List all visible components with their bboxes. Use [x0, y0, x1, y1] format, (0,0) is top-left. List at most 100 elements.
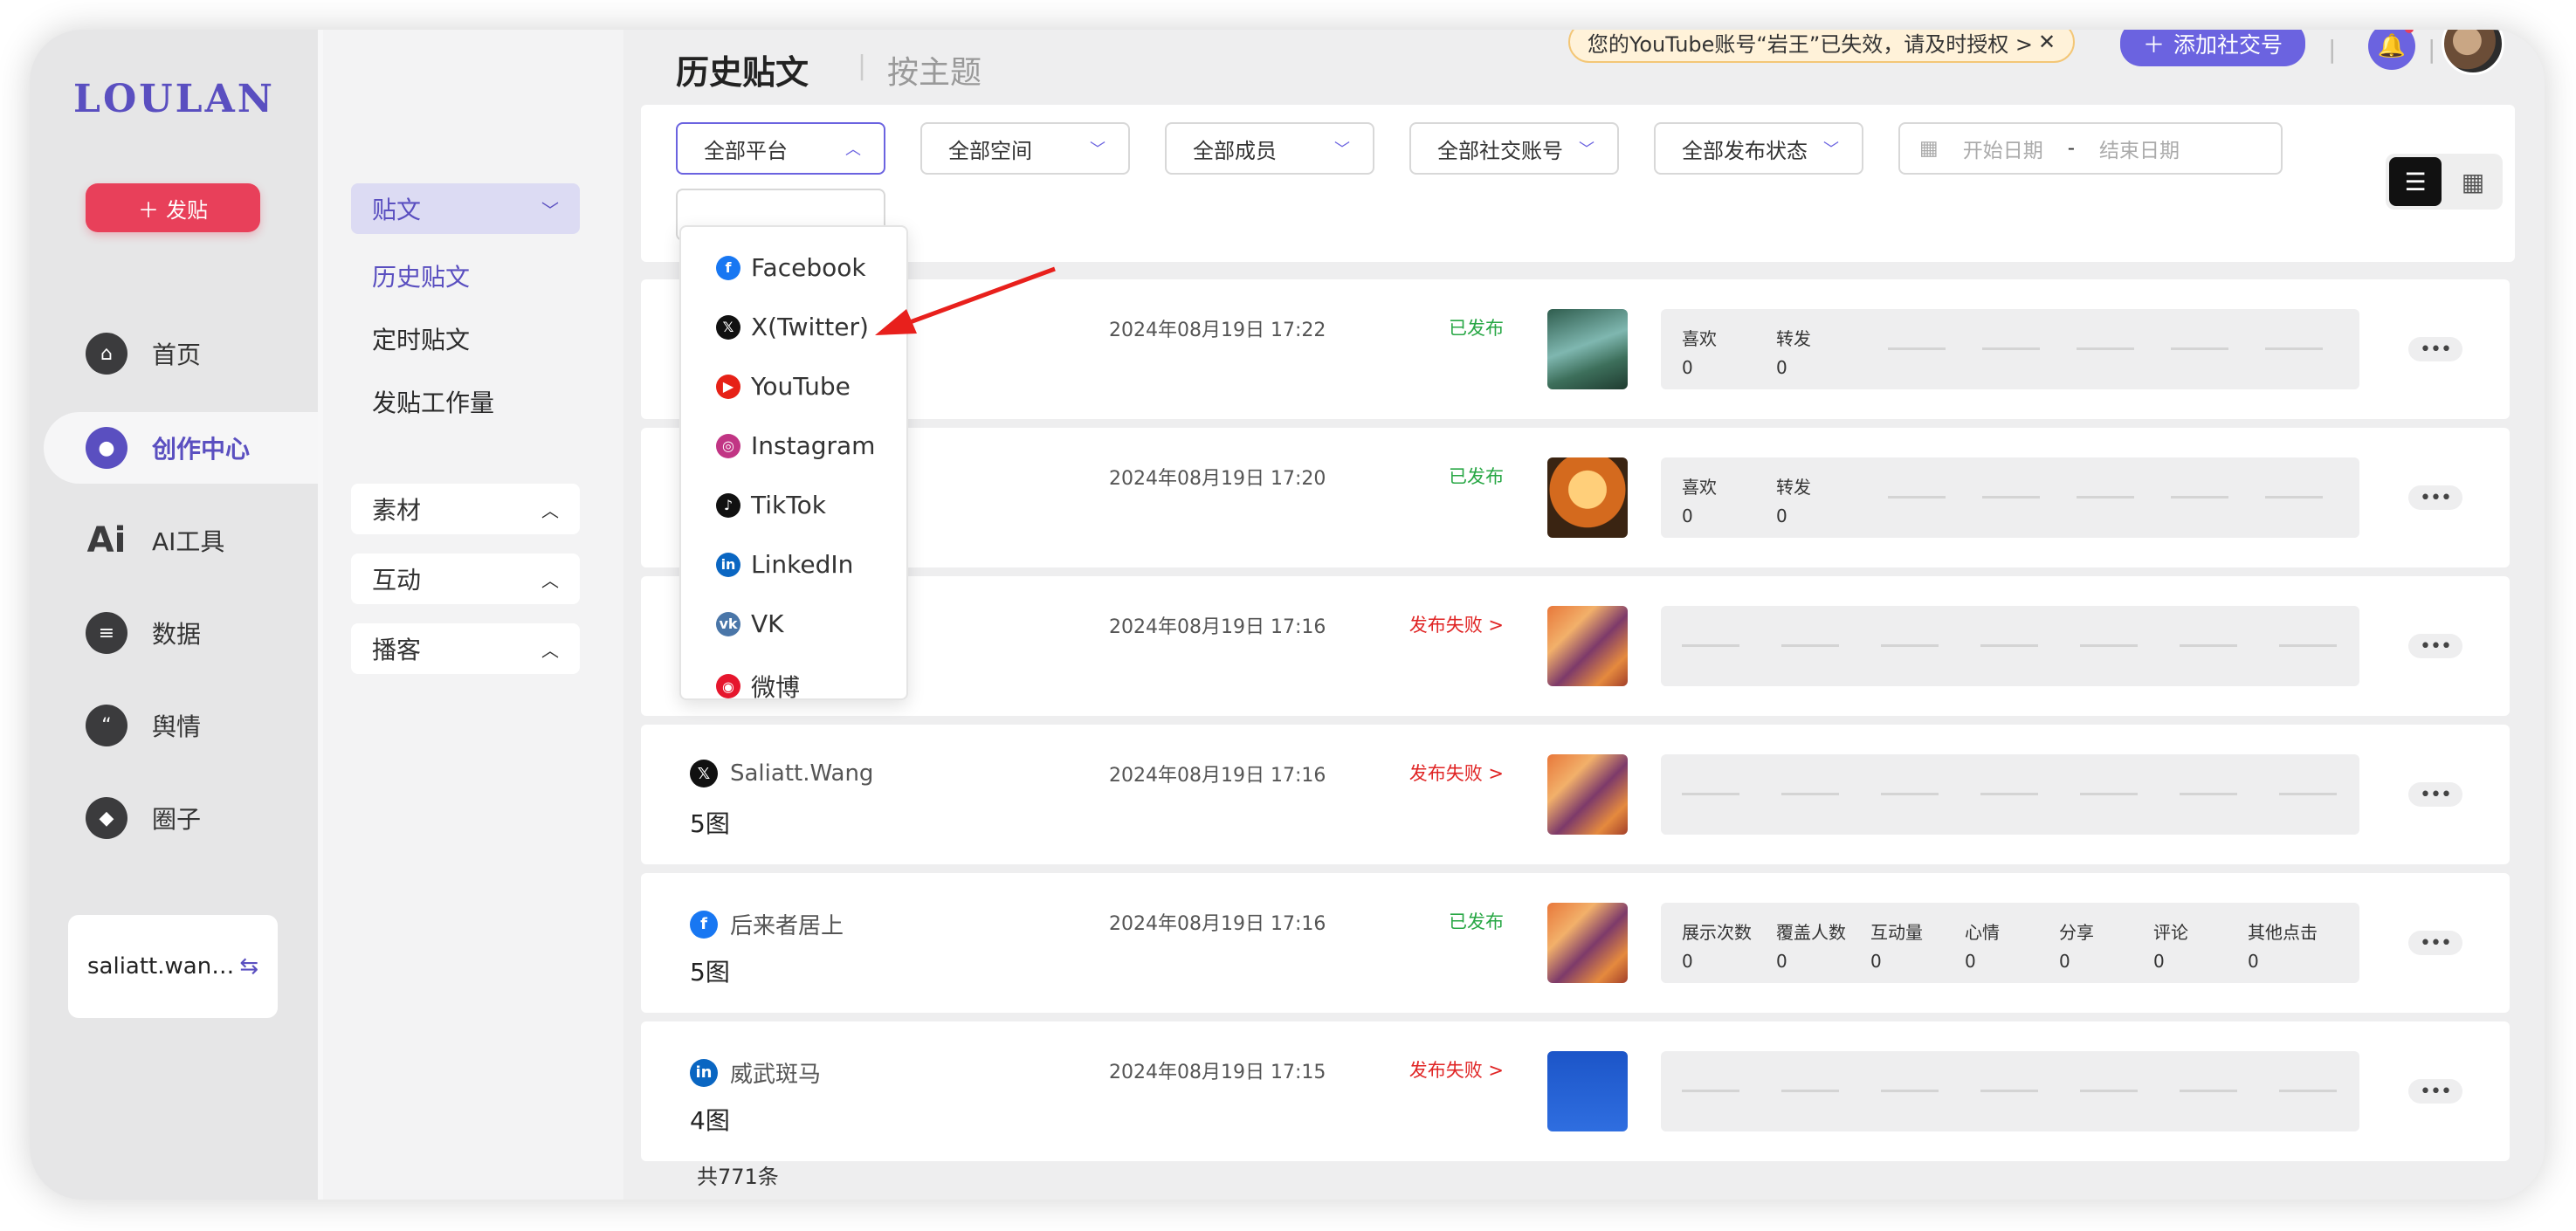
stat: 互动量 0: [1870, 918, 1923, 972]
sub-link-workload[interactable]: 发贴工作量: [372, 384, 494, 419]
more-options-icon[interactable]: •••: [2408, 485, 2462, 510]
section-posts[interactable]: 贴文 ﹀: [351, 183, 580, 234]
more-options-icon[interactable]: •••: [2408, 782, 2462, 807]
platform-option-label: VK: [751, 609, 784, 638]
stat: 转发 0: [1776, 325, 1811, 378]
stat-placeholder: [1980, 644, 2038, 647]
platform-option[interactable]: ◎ Instagram: [716, 431, 875, 460]
post-time: 2024年08月19日 17:15: [1109, 1062, 1326, 1083]
header-divider: |: [2328, 35, 2337, 64]
nav-item-sentiment[interactable]: “ 舆情: [44, 690, 318, 761]
sub-link-history[interactable]: 历史贴文: [372, 258, 470, 293]
platform-option[interactable]: ♪ TikTok: [716, 491, 826, 519]
post-status[interactable]: 发布失败 >: [1392, 1056, 1504, 1083]
post-status: 已发布: [1449, 318, 1504, 339]
close-icon[interactable]: ✕: [2038, 30, 2056, 54]
post-thumbnail[interactable]: [1547, 754, 1628, 835]
nav-item-data[interactable]: ≡ 数据: [44, 597, 318, 669]
more-options-icon[interactable]: •••: [2408, 634, 2462, 658]
filter-social-account[interactable]: 全部社交账号 ﹀: [1409, 122, 1619, 175]
filter-member[interactable]: 全部成员 ﹀: [1165, 122, 1374, 175]
platform-option[interactable]: in LinkedIn: [716, 550, 853, 579]
stat: 喜欢 0: [1682, 325, 1717, 378]
stat: 转发 0: [1776, 473, 1811, 526]
stat-placeholder: [2279, 793, 2337, 795]
section-podcast[interactable]: 播客 ︿: [351, 623, 580, 674]
post-time: 2024年08月19日 17:16: [1109, 616, 1326, 638]
platform-option[interactable]: 𝕏 X(Twitter): [716, 313, 869, 341]
filter-space[interactable]: 全部空间 ﹀: [920, 122, 1130, 175]
post-row[interactable]: 𝕏 Saliatt.Wang 5图 2024年08月19日 17:16 发布失败 > •…: [641, 725, 2510, 864]
stat: 展示次数 0: [1682, 918, 1752, 972]
account-switcher[interactable]: saliatt.wan… ⇆: [68, 915, 278, 1018]
section-materials[interactable]: 素材 ︿: [351, 484, 580, 534]
nav-item-ai-tools[interactable]: Ai AI工具: [44, 505, 318, 576]
header-divider: |: [2428, 35, 2436, 64]
account-name: saliatt.wan…: [87, 953, 235, 980]
stat-value: 0: [1870, 951, 1882, 972]
chevron-down-icon: ﹀: [541, 199, 559, 221]
stat-placeholder: [1888, 347, 1946, 350]
stat-value: 0: [2248, 951, 2259, 972]
tab-by-topic[interactable]: 按主题: [887, 47, 981, 93]
nav-item-home[interactable]: ⌂ 首页: [44, 318, 318, 389]
post-status[interactable]: 发布失败 >: [1392, 611, 1504, 637]
post-stats: 喜欢 0 转发 0: [1661, 309, 2359, 389]
nav-item-circle[interactable]: ◆ 圈子: [44, 782, 318, 854]
post-thumbnail[interactable]: [1547, 606, 1628, 686]
post-thumbnail[interactable]: [1547, 309, 1628, 389]
nav-item-creation[interactable]: ● 创作中心: [44, 412, 318, 484]
new-post-button[interactable]: ＋ 发贴: [86, 183, 260, 232]
section-label: 互动: [372, 566, 422, 595]
chevron-up-icon: ︿: [541, 639, 559, 661]
post-thumbnail[interactable]: [1547, 457, 1628, 538]
post-status: 已发布: [1449, 466, 1504, 487]
platform-option[interactable]: vk VK: [716, 609, 784, 638]
sub-link-scheduled[interactable]: 定时贴文: [372, 321, 470, 356]
chevron-up-icon: ︿: [541, 499, 559, 521]
post-status[interactable]: 发布失败 >: [1392, 760, 1504, 786]
post-row[interactable]: in 威武斑马 4图 2024年08月19日 17:15 发布失败 > •••: [641, 1021, 2510, 1161]
app-window: LOULAN ＋ 发贴 ⌂ 首页 ● 创作中心 Ai AI工具 ≡ 数据 “ 舆…: [30, 30, 2545, 1200]
filter-label: 全部社交账号: [1437, 138, 1563, 163]
start-date-input[interactable]: 开始日期: [1963, 134, 2043, 163]
post-row[interactable]: 2024年08月19日 17:20 已发布 喜欢 0 转发 0 •••: [641, 428, 2510, 567]
platform-option[interactable]: ▶ YouTube: [716, 372, 851, 401]
post-thumbnail[interactable]: [1547, 903, 1628, 983]
post-row[interactable]: 5图2024年08月19日 17:16发布失败 >•••: [641, 576, 2510, 716]
stat-placeholder: [1982, 496, 2040, 499]
list-view-icon[interactable]: ☰: [2389, 157, 2442, 206]
auth-notice-banner[interactable]: 您的YouTube账号“岩王”已失效，请及时授权 > ✕: [1568, 30, 2075, 63]
date-separator: -: [2067, 137, 2076, 160]
more-options-icon[interactable]: •••: [2408, 931, 2462, 955]
section-interaction[interactable]: 互动 ︿: [351, 554, 580, 604]
sub-nav: 贴文 ﹀ 历史贴文 定时贴文 发贴工作量 素材 ︿ 互动 ︿ 播客 ︿: [318, 30, 623, 1200]
date-range-picker[interactable]: ▦ 开始日期 - 结束日期: [1898, 122, 2283, 175]
post-thumbnail[interactable]: [1547, 1051, 1628, 1131]
swap-icon[interactable]: ⇆: [239, 953, 258, 980]
stat-placeholder: [2180, 1090, 2237, 1092]
nav-label: 首页: [152, 340, 202, 369]
grid-view-icon[interactable]: ▦: [2447, 157, 2499, 206]
post-stats: 展示次数 0 覆盖人数 0 互动量 0 心情 0 分享 0 评论 0 其他点击 …: [1661, 903, 2359, 983]
stat-label: 心情: [1965, 922, 2000, 943]
stat-placeholder: [2265, 347, 2323, 350]
stat-placeholder: [2077, 496, 2134, 499]
notification-bell-icon[interactable]: 🔔: [2368, 30, 2415, 70]
quote-icon: “: [86, 705, 127, 746]
user-avatar[interactable]: [2442, 30, 2504, 75]
post-row[interactable]: f 后来者居上 5图 2024年08月19日 17:16 已发布 展示次数 0 覆盖人…: [641, 873, 2510, 1013]
platform-option[interactable]: f Facebook: [716, 253, 866, 282]
platform-option-label: Instagram: [751, 431, 876, 460]
filter-publish-status[interactable]: 全部发布状态 ﹀: [1654, 122, 1863, 175]
stat-placeholder: [2180, 644, 2237, 647]
more-options-icon[interactable]: •••: [2408, 337, 2462, 361]
stat-label: 喜欢: [1682, 477, 1717, 498]
end-date-input[interactable]: 结束日期: [2099, 134, 2180, 163]
platform-option[interactable]: ◉ 微博: [716, 669, 800, 698]
add-social-account-button[interactable]: ＋ 添加社交号: [2120, 30, 2305, 66]
more-options-icon[interactable]: •••: [2408, 1079, 2462, 1104]
filter-platform[interactable]: 全部平台 ︿: [676, 122, 885, 175]
nav-label: 舆情: [152, 712, 202, 741]
facebook-icon: f: [690, 910, 718, 939]
